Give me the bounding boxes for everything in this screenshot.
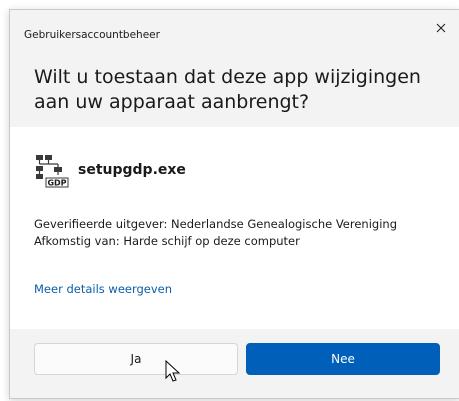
publisher-details: Geverifieerde uitgever: Nederlandse Gene… <box>34 216 397 250</box>
dialog-caption: Gebruikersaccountbeheer <box>24 29 160 41</box>
no-button[interactable]: Nee <box>246 343 440 375</box>
yes-button[interactable]: Ja <box>34 343 238 375</box>
app-name: setupgdp.exe <box>78 162 186 178</box>
dialog-footer: Ja Nee <box>10 329 459 398</box>
dialog-header: Gebruikersaccountbeheer Wilt u toestaan … <box>10 10 459 127</box>
dialog-question: Wilt u toestaan dat deze app wijzigingen… <box>34 66 421 113</box>
origin-text: Afkomstig van: Harde schijf op deze comp… <box>34 234 300 248</box>
uac-dialog: Gebruikersaccountbeheer Wilt u toestaan … <box>9 9 459 399</box>
network-tree-icon: GDP <box>36 155 69 188</box>
publisher-text: Geverifieerde uitgever: Nederlandse Gene… <box>34 217 398 231</box>
more-details-link[interactable]: Meer details weergeven <box>34 282 172 296</box>
svg-text:GDP: GDP <box>47 179 66 188</box>
close-button[interactable] <box>427 16 455 40</box>
close-icon <box>436 23 446 33</box>
app-info: GDP setupgdp.exe <box>34 150 186 190</box>
